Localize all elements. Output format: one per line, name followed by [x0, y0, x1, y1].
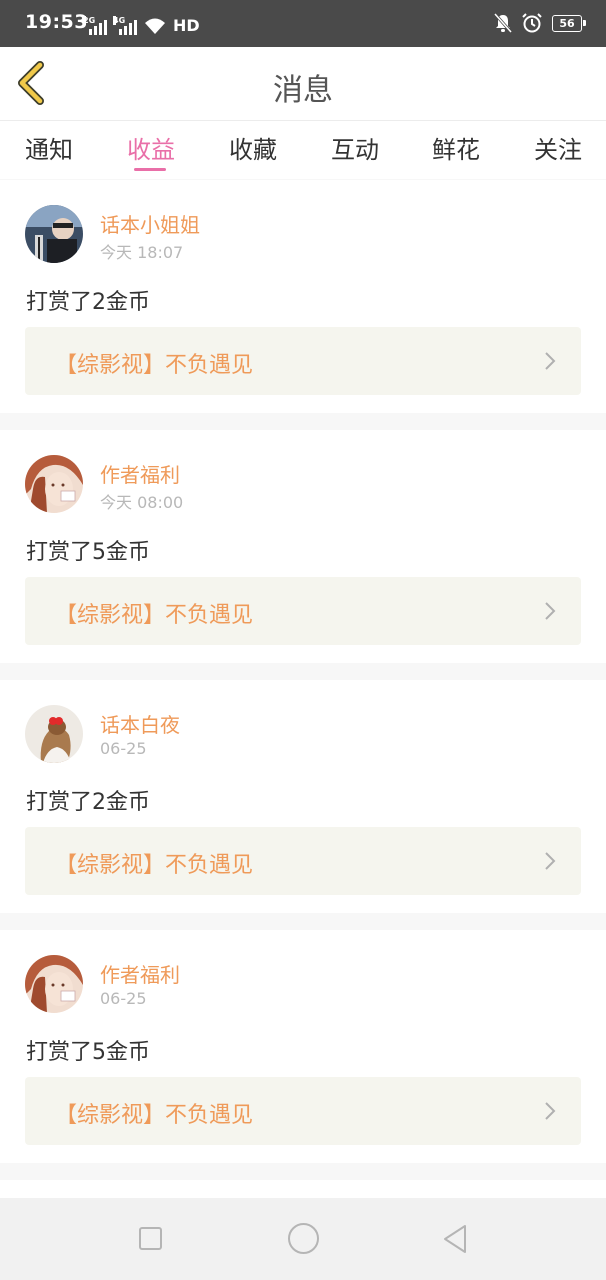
- status-right-icons: 56: [494, 13, 586, 33]
- tab-favorites[interactable]: 收藏: [229, 130, 277, 165]
- book-link[interactable]: 【综影视】不负遇见: [25, 1077, 581, 1145]
- avatar-image: [25, 705, 83, 763]
- tab-flowers[interactable]: 鲜花: [432, 130, 480, 165]
- message-time: 今天 08:00: [100, 493, 184, 512]
- app-bar: 消息: [0, 47, 606, 121]
- chevron-right-icon: [545, 852, 556, 870]
- avatar[interactable]: [25, 705, 83, 763]
- book-title: 【综影视】不负遇见: [55, 1103, 254, 1128]
- tab-notifications[interactable]: 通知: [25, 130, 73, 165]
- message-time: 06-25: [100, 989, 147, 1008]
- book-link[interactable]: 【综影视】不负遇见: [25, 827, 581, 895]
- recent-apps-button[interactable]: [139, 1227, 162, 1250]
- tab-interactions[interactable]: 互动: [331, 130, 379, 165]
- hd-label: HD: [173, 16, 200, 35]
- message-card: 话本小姐姐 今天 18:07 打赏了2金币 【综影视】不负遇见: [0, 180, 606, 413]
- signal-2g-icon: 2G: [83, 16, 107, 35]
- sender-name: 话本白夜: [100, 713, 180, 737]
- sender-name: 作者福利: [100, 963, 180, 987]
- battery-level: 56: [559, 16, 575, 30]
- battery-icon: 56: [552, 14, 586, 32]
- status-bar: 19:53 2G 4G HD 56: [0, 0, 606, 47]
- avatar[interactable]: [25, 205, 83, 263]
- book-link[interactable]: 【综影视】不负遇见: [25, 577, 581, 645]
- chevron-right-icon: [545, 1102, 556, 1120]
- tab-bar: 通知 收益 收藏 互动 鲜花 关注: [0, 121, 606, 179]
- book-link[interactable]: 【综影视】不负遇见: [25, 327, 581, 395]
- message-time: 06-25: [100, 739, 147, 758]
- message-text: 打赏了2金币: [26, 290, 150, 315]
- network-label-4g: 4G: [113, 16, 126, 25]
- status-time: 19:53: [25, 11, 88, 33]
- system-back-icon[interactable]: [442, 1224, 468, 1254]
- home-button[interactable]: [288, 1223, 319, 1254]
- notifications-off-icon: [494, 13, 512, 33]
- active-tab-indicator: [134, 168, 166, 171]
- sender-name: 作者福利: [100, 463, 180, 487]
- message-card-partial: [0, 1180, 606, 1198]
- chevron-right-icon: [545, 352, 556, 370]
- chevron-right-icon: [545, 602, 556, 620]
- book-title: 【综影视】不负遇见: [55, 853, 254, 878]
- page-title: 消息: [273, 73, 333, 108]
- system-nav-bar: [0, 1198, 606, 1280]
- book-title: 【综影视】不负遇见: [55, 353, 254, 378]
- message-card: 话本白夜 06-25 打赏了2金币 【综影视】不负遇见: [0, 680, 606, 913]
- avatar-image: [25, 455, 83, 513]
- message-time: 今天 18:07: [100, 243, 184, 262]
- avatar[interactable]: [25, 455, 83, 513]
- tab-earnings[interactable]: 收益: [127, 130, 175, 165]
- book-title: 【综影视】不负遇见: [55, 603, 254, 628]
- message-text: 打赏了5金币: [26, 540, 150, 565]
- message-text: 打赏了5金币: [26, 1040, 150, 1065]
- message-card: 作者福利 今天 08:00 打赏了5金币 【综影视】不负遇见: [0, 430, 606, 663]
- status-network-icons: 2G 4G HD: [83, 16, 200, 35]
- avatar-image: [25, 205, 83, 263]
- avatar[interactable]: [25, 955, 83, 1013]
- signal-4g-icon: 4G: [113, 16, 137, 35]
- network-label-2g: 2G: [83, 16, 96, 25]
- message-card: 作者福利 06-25 打赏了5金币 【综影视】不负遇见: [0, 930, 606, 1163]
- sender-name: 话本小姐姐: [100, 213, 200, 237]
- message-text: 打赏了2金币: [26, 790, 150, 815]
- tab-following[interactable]: 关注: [534, 130, 582, 165]
- avatar-image: [25, 955, 83, 1013]
- wifi-icon: [145, 18, 165, 34]
- alarm-icon: [522, 13, 542, 33]
